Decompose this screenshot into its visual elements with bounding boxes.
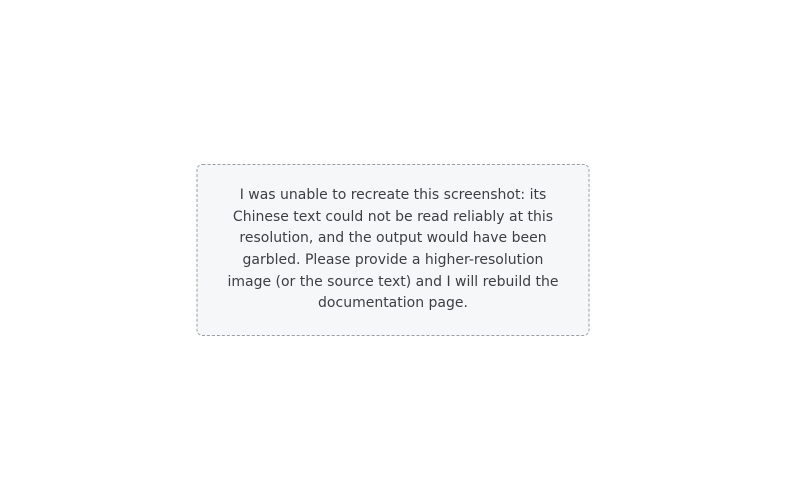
page: I was unable to recreate this screenshot…: [0, 0, 786, 500]
unable-to-recreate-notice: I was unable to recreate this screenshot…: [196, 163, 590, 337]
